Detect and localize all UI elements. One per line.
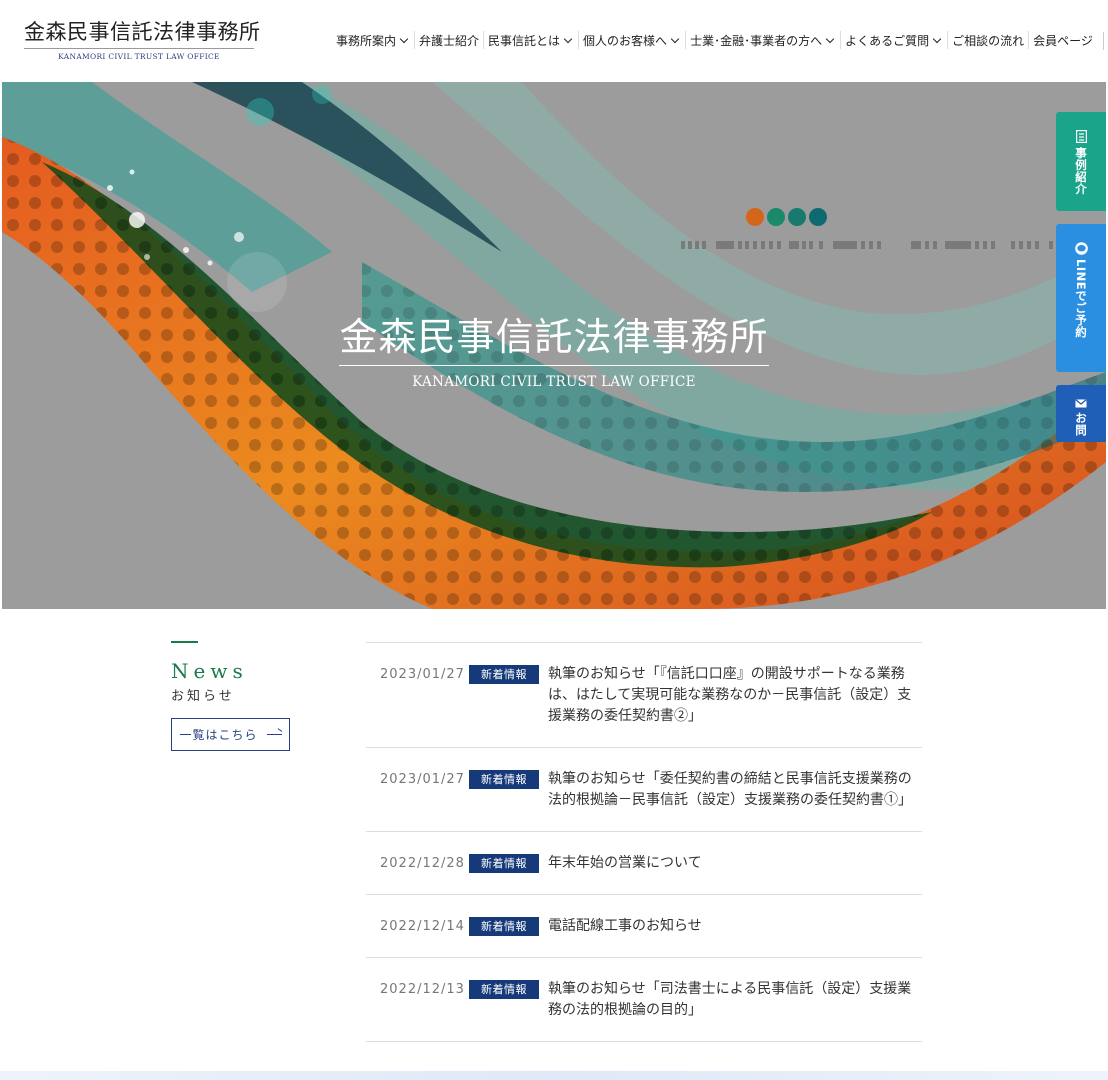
- nav-item-faq[interactable]: よくあるご質問: [840, 31, 947, 49]
- news-category-badge: 新着情報: [469, 980, 539, 999]
- news-date: 2022/12/14: [380, 919, 465, 934]
- side-tab-line-label: LINEでご予約: [1074, 259, 1088, 339]
- news-item[interactable]: 2023/01/27 新着情報 執筆のお知らせ「委任契約書の締結と民事信託支援業…: [366, 748, 922, 832]
- nav-item-label: 会員ページ: [1033, 33, 1093, 48]
- nav-item-label: ご相談の流れ: [952, 33, 1025, 48]
- hero-dash-decoration: [681, 241, 1053, 249]
- side-tab-contact-label: お問: [1074, 412, 1088, 436]
- mail-icon: [1075, 399, 1087, 408]
- news-date: 2022/12/28: [380, 856, 465, 871]
- news-link-text[interactable]: 年末年始の営業について: [548, 853, 922, 874]
- decorative-dot: [746, 208, 764, 226]
- side-tab-cases-label: 事例紹介: [1074, 147, 1088, 195]
- side-tab-line-reservation[interactable]: LINEでご予約: [1056, 224, 1106, 372]
- news-heading: News お知らせ: [171, 641, 248, 704]
- news-item[interactable]: 2022/12/28 新着情報 年末年始の営業について: [366, 832, 922, 895]
- nav-divider: [1103, 32, 1104, 50]
- nav-item-label: 弁護士紹介: [419, 33, 480, 48]
- hero-subtitle: KANAMORI CIVIL TRUST LAW OFFICE: [412, 374, 696, 390]
- nav-item-professionals[interactable]: 士業･金融･事業者の方へ: [685, 31, 840, 49]
- news-title: News: [171, 659, 248, 683]
- nav-item-civil-trust[interactable]: 民事信託とは: [483, 31, 578, 49]
- chevron-down-icon: [825, 34, 835, 43]
- chevron-down-icon: [399, 34, 409, 43]
- news-list: 2023/01/27 新着情報 執筆のお知らせ「『信託口口座』の開設サポートなる…: [366, 642, 922, 1042]
- news-date: 2022/12/13: [380, 982, 465, 997]
- news-link-text[interactable]: 電話配線工事のお知らせ: [548, 916, 922, 937]
- chevron-down-icon: [563, 34, 573, 43]
- site-logo[interactable]: 金森民事信託法律事務所 KANAMORI CIVIL TRUST LAW OFF…: [24, 18, 261, 61]
- news-category-badge: 新着情報: [469, 665, 539, 684]
- nav-item-label: 士業･金融･事業者の方へ: [690, 33, 823, 48]
- news-date: 2023/01/27: [380, 772, 465, 787]
- news-item[interactable]: 2022/12/13 新着情報 執筆のお知らせ「司法書士による民事信託（設定）支…: [366, 958, 922, 1042]
- global-nav: 事務所案内 弁護士紹介 民事信託とは 個人のお客様へ 士業･金融･事業者の方へ …: [336, 31, 1097, 49]
- news-link-text[interactable]: 執筆のお知らせ「委任契約書の締結と民事信託支援業務の法的根拠論－民事信託（設定）…: [548, 769, 922, 811]
- news-view-all-label: 一覧はこちら: [179, 728, 258, 742]
- logo-english: KANAMORI CIVIL TRUST LAW OFFICE: [58, 52, 220, 61]
- hero-title: 金森民事信託法律事務所: [339, 306, 769, 366]
- nav-item-flow[interactable]: ご相談の流れ: [947, 31, 1028, 49]
- nav-item-members[interactable]: 会員ページ: [1028, 31, 1097, 49]
- nav-item-lawyers[interactable]: 弁護士紹介: [414, 31, 483, 49]
- news-view-all-button[interactable]: 一覧はこちら: [171, 718, 290, 751]
- book-icon: [1075, 130, 1087, 143]
- nav-item-label: 個人のお客様へ: [583, 33, 668, 48]
- line-chat-icon: [1074, 242, 1088, 255]
- logo-divider: [24, 48, 254, 49]
- news-item[interactable]: 2022/12/14 新着情報 電話配線工事のお知らせ: [366, 895, 922, 958]
- chevron-down-icon: [670, 34, 680, 43]
- news-item[interactable]: 2023/01/27 新着情報 執筆のお知らせ「『信託口口座』の開設サポートなる…: [366, 643, 922, 748]
- news-accent-bar: [171, 641, 198, 643]
- news-link-text[interactable]: 執筆のお知らせ「司法書士による民事信託（設定）支援業務の法的根拠論の目的」: [548, 979, 922, 1021]
- decorative-dot: [788, 208, 806, 226]
- decorative-dot: [809, 208, 827, 226]
- nav-item-label: 民事信託とは: [488, 33, 561, 48]
- logo-japanese: 金森民事信託法律事務所: [24, 20, 261, 44]
- news-link-text[interactable]: 執筆のお知らせ「『信託口口座』の開設サポートなる業務は、はたして実現可能な業務な…: [548, 664, 922, 727]
- side-tab-contact[interactable]: お問: [1056, 385, 1106, 442]
- nav-item-individuals[interactable]: 個人のお客様へ: [578, 31, 685, 49]
- hero-color-dots: [746, 208, 827, 226]
- decorative-dot: [767, 208, 785, 226]
- side-tab-cases[interactable]: 事例紹介: [1056, 112, 1106, 211]
- chevron-down-icon: [932, 34, 942, 43]
- site-header: 金森民事信託法律事務所 KANAMORI CIVIL TRUST LAW OFF…: [0, 0, 1108, 82]
- hero-banner: 金森民事信託法律事務所 KANAMORI CIVIL TRUST LAW OFF…: [2, 82, 1106, 609]
- next-section-band: [0, 1071, 1108, 1080]
- news-category-badge: 新着情報: [469, 770, 539, 789]
- nav-item-office[interactable]: 事務所案内: [336, 31, 414, 49]
- news-date: 2023/01/27: [380, 667, 465, 682]
- nav-item-label: 事務所案内: [336, 33, 397, 48]
- news-category-badge: 新着情報: [469, 854, 539, 873]
- arrow-right-icon: [266, 734, 282, 735]
- nav-item-label: よくあるご質問: [845, 33, 930, 48]
- news-subtitle: お知らせ: [171, 689, 235, 704]
- news-category-badge: 新着情報: [469, 917, 539, 936]
- hero-title-block: 金森民事信託法律事務所 KANAMORI CIVIL TRUST LAW OFF…: [2, 306, 1106, 390]
